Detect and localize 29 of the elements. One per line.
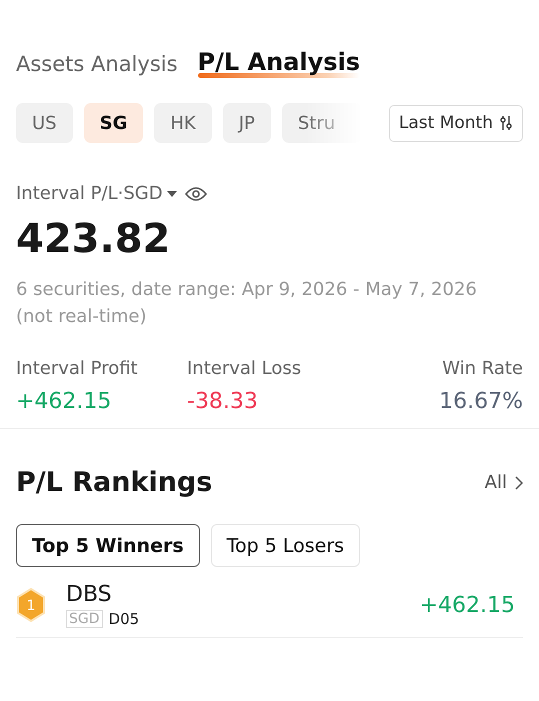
stock-pl-value: +462.15: [420, 592, 515, 618]
stat-value: 16.67%: [439, 389, 523, 414]
ranking-toggle[interactable]: Top 5 Losers: [210, 524, 360, 567]
ranking-toggle[interactable]: Top 5 Winners: [16, 524, 200, 567]
stat-label: Interval Profit: [16, 358, 138, 379]
stat-value: -38.33: [187, 389, 258, 414]
eye-icon[interactable]: [184, 186, 207, 202]
market-chip[interactable]: HK: [154, 103, 212, 143]
stat-label: Win Rate: [442, 358, 523, 379]
market-chip[interactable]: JP: [222, 103, 271, 143]
date-range-note: 6 securities, date range: Apr 9, 2026 - May 7, 2026 (not real-time): [16, 278, 478, 329]
market-chip[interactable]: US: [16, 103, 73, 143]
stock-name: DBS: [66, 582, 113, 607]
interval-pl-label: Interval P/L·SGD: [16, 183, 163, 204]
stat-value: +462.15: [16, 389, 112, 414]
interval-pl-value: 423.82: [16, 216, 172, 262]
period-button[interactable]: Last Month: [388, 104, 523, 142]
section-title: P/L Rankings: [16, 467, 212, 498]
all-link[interactable]: All: [484, 472, 523, 493]
stock-code: D05: [108, 610, 140, 628]
currency-tag: SGD: [66, 610, 103, 628]
rank-medal-icon: 1: [16, 588, 46, 622]
dropdown-caret-icon[interactable]: [166, 190, 177, 196]
sliders-icon: [499, 115, 513, 131]
chevron-right-icon: [515, 476, 523, 490]
analysis-tab[interactable]: P/L Analysis: [198, 48, 360, 80]
market-chip[interactable]: SG: [84, 103, 144, 143]
analysis-tab[interactable]: Assets Analysis: [16, 52, 178, 80]
stat-label: Interval Loss: [187, 358, 302, 379]
